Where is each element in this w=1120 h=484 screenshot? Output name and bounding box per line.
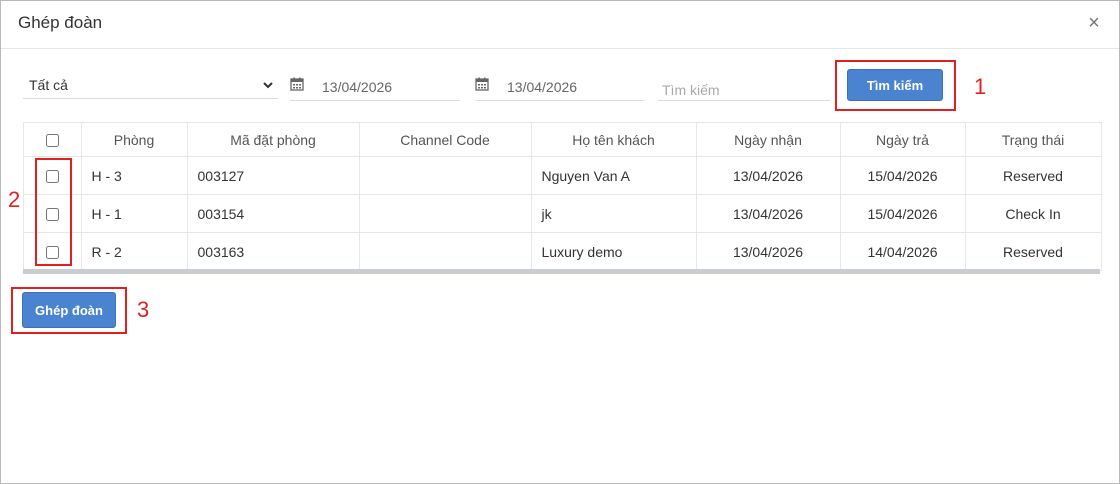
status-cell: Reserved bbox=[965, 232, 1102, 271]
calendar-icon bbox=[475, 77, 489, 91]
column-header-room: Phòng bbox=[81, 122, 188, 157]
table-row: R - 2 003163 Luxury demo 13/04/2026 14/0… bbox=[24, 232, 1102, 271]
calendar-icon bbox=[290, 77, 304, 91]
annotation-number-2: 2 bbox=[8, 187, 21, 212]
guest-name-cell: Luxury demo bbox=[531, 232, 697, 271]
status-filter-value: Tất cả bbox=[29, 77, 68, 93]
horizontal-scrollbar[interactable] bbox=[23, 269, 1100, 274]
check-in-cell: 13/04/2026 bbox=[696, 232, 841, 271]
table-header-row: Phòng Mã đặt phòng Channel Code Họ tên k… bbox=[24, 122, 1102, 157]
guest-name-cell: jk bbox=[531, 194, 697, 233]
dialog-title: Ghép đoàn bbox=[18, 13, 103, 32]
column-header-check-in: Ngày nhận bbox=[696, 122, 841, 157]
booking-code-cell: 003127 bbox=[187, 156, 360, 195]
row-checkbox[interactable] bbox=[45, 170, 59, 184]
merge-group-dialog: Ghép đoàn × Tất cả 13/04/2026 13/04/2026 bbox=[0, 0, 1120, 484]
date-from-value: 13/04/2026 bbox=[322, 79, 393, 95]
date-from-field[interactable]: 13/04/2026 bbox=[290, 73, 460, 101]
check-in-cell: 13/04/2026 bbox=[696, 194, 841, 233]
close-icon[interactable]: × bbox=[1085, 11, 1103, 35]
row-checkbox[interactable] bbox=[45, 208, 59, 222]
chevron-down-icon bbox=[262, 75, 274, 98]
merge-group-button[interactable]: Ghép đoàn bbox=[22, 292, 116, 328]
guest-name-cell: Nguyen Van A bbox=[531, 156, 697, 195]
column-header-booking-code: Mã đặt phòng bbox=[187, 122, 360, 157]
room-cell: R - 2 bbox=[81, 232, 188, 271]
room-cell: H - 1 bbox=[81, 194, 188, 233]
booking-code-cell: 003154 bbox=[187, 194, 360, 233]
table-row: H - 3 003127 Nguyen Van A 13/04/2026 15/… bbox=[24, 156, 1102, 195]
status-cell: Check In bbox=[965, 194, 1102, 233]
select-all-cell bbox=[24, 122, 82, 157]
table-row: H - 1 003154 jk 13/04/2026 15/04/2026 Ch… bbox=[24, 194, 1102, 233]
column-header-channel-code: Channel Code bbox=[359, 122, 532, 157]
bookings-table: Phòng Mã đặt phòng Channel Code Họ tên k… bbox=[23, 122, 1102, 274]
dialog-header: Ghép đoàn × bbox=[1, 1, 1119, 49]
check-out-cell: 15/04/2026 bbox=[840, 194, 966, 233]
booking-code-cell: 003163 bbox=[187, 232, 360, 271]
search-button[interactable]: Tìm kiếm bbox=[847, 69, 943, 101]
check-in-cell: 13/04/2026 bbox=[696, 156, 841, 195]
status-cell: Reserved bbox=[965, 156, 1102, 195]
row-select-cell bbox=[24, 232, 82, 271]
check-out-cell: 14/04/2026 bbox=[840, 232, 966, 271]
channel-code-cell bbox=[359, 232, 532, 271]
search-input[interactable] bbox=[658, 73, 830, 101]
date-to-field[interactable]: 13/04/2026 bbox=[475, 73, 645, 101]
column-header-status: Trạng thái bbox=[965, 122, 1102, 157]
channel-code-cell bbox=[359, 156, 532, 195]
status-filter-select[interactable]: Tất cả bbox=[23, 73, 278, 99]
row-select-cell bbox=[24, 156, 82, 195]
annotation-number-1: 1 bbox=[974, 74, 987, 99]
column-header-check-out: Ngày trả bbox=[840, 122, 966, 157]
annotation-number-3: 3 bbox=[137, 297, 150, 322]
channel-code-cell bbox=[359, 194, 532, 233]
room-cell: H - 3 bbox=[81, 156, 188, 195]
check-out-cell: 15/04/2026 bbox=[840, 156, 966, 195]
row-select-cell bbox=[24, 194, 82, 233]
column-header-guest-name: Họ tên khách bbox=[531, 122, 697, 157]
select-all-checkbox[interactable] bbox=[45, 134, 59, 148]
row-checkbox[interactable] bbox=[45, 246, 59, 260]
date-to-value: 13/04/2026 bbox=[507, 79, 578, 95]
